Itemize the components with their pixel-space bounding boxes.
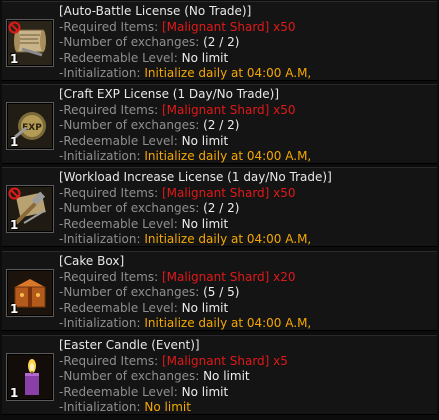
redeemable-level-label: -Redeemable Level: xyxy=(59,384,178,399)
required-items-value: [Malignant Shard] x50 xyxy=(162,102,296,117)
initialization-label: -Initialization: xyxy=(59,232,141,246)
redeemable-level-value: No limit xyxy=(181,384,229,399)
exchanges-label: -Number of exchanges: xyxy=(59,369,200,383)
initialization-value: Initialize daily at 04:00 A.M, xyxy=(144,316,312,330)
exchange-list: 1 [Auto-Battle License (No Trade)] -Requ… xyxy=(0,0,439,420)
exchange-entry-cake-box[interactable]: 1 [Cake Box] -Required Items: [Malignant… xyxy=(2,251,437,331)
item-title: [Cake Box] xyxy=(59,254,125,268)
redeemable-level-label: -Redeemable Level: xyxy=(59,216,178,231)
exchanges-value: (2 / 2) xyxy=(203,118,240,132)
exchanges-value: No limit xyxy=(203,369,250,383)
redeemable-level-label: -Redeemable Level: xyxy=(59,300,178,315)
item-title: [Easter Candle (Event)] xyxy=(59,338,200,352)
exchange-entry-craft-exp-license[interactable]: EXP 1 [Craft EXP License (1 Day/No Trade… xyxy=(2,84,437,164)
redeemable-level-label: -Redeemable Level: xyxy=(59,133,178,148)
exchange-entry-workload-license[interactable]: 1 [Workload Increase License (1 day/No T… xyxy=(2,167,437,247)
item-quantity: 1 xyxy=(10,218,19,232)
required-items-label: -Required Items: xyxy=(59,19,159,34)
exchanges-value: (2 / 2) xyxy=(203,35,240,49)
initialization-value: Initialize daily at 04:00 A.M, xyxy=(144,149,312,163)
required-items-value: [Malignant Shard] x50 xyxy=(162,19,296,34)
required-items-value: [Malignant Shard] x5 xyxy=(162,353,288,368)
item-title: [Workload Increase License (1 day/No Tra… xyxy=(59,170,332,184)
item-quantity: 1 xyxy=(10,135,19,149)
required-items-label: -Required Items: xyxy=(59,269,159,284)
redeemable-level-value: No limit xyxy=(181,50,229,65)
no-trade-icon xyxy=(8,187,21,200)
redeemable-level-value: No limit xyxy=(181,300,229,315)
item-quantity: 1 xyxy=(10,52,19,66)
exchanges-label: -Number of exchanges: xyxy=(59,201,200,215)
required-items-label: -Required Items: xyxy=(59,353,159,368)
redeemable-level-value: No limit xyxy=(181,216,229,231)
item-slot[interactable]: 1 xyxy=(6,185,54,233)
exchanges-label: -Number of exchanges: xyxy=(59,118,200,132)
initialization-value: Initialize daily at 04:00 A.M, xyxy=(144,66,312,80)
exchange-entry-auto-battle-license[interactable]: 1 [Auto-Battle License (No Trade)] -Requ… xyxy=(2,1,437,81)
initialization-label: -Initialization: xyxy=(59,66,141,80)
item-slot[interactable]: EXP 1 xyxy=(6,102,54,150)
required-items-label: -Required Items: xyxy=(59,185,159,200)
exchanges-label: -Number of exchanges: xyxy=(59,285,200,299)
redeemable-level-label: -Redeemable Level: xyxy=(59,50,178,65)
exchanges-value: (2 / 2) xyxy=(203,201,240,215)
item-title: [Craft EXP License (1 Day/No Trade)] xyxy=(59,87,280,101)
item-slot[interactable]: 1 xyxy=(6,353,54,401)
item-title: [Auto-Battle License (No Trade)] xyxy=(59,4,252,18)
item-slot[interactable]: 1 xyxy=(6,269,54,317)
item-quantity: 1 xyxy=(10,386,19,400)
initialization-value: No limit xyxy=(144,400,191,414)
exchange-entry-easter-candle[interactable]: 1 [Easter Candle (Event)] -Required Item… xyxy=(2,335,437,415)
initialization-label: -Initialization: xyxy=(59,316,141,330)
redeemable-level-value: No limit xyxy=(181,133,229,148)
required-items-label: -Required Items: xyxy=(59,102,159,117)
initialization-value: Initialize daily at 04:00 A.M, xyxy=(144,232,312,246)
item-quantity: 1 xyxy=(10,302,19,316)
initialization-label: -Initialization: xyxy=(59,149,141,163)
no-trade-icon xyxy=(8,21,21,34)
exchanges-value: (5 / 5) xyxy=(203,285,240,299)
required-items-value: [Malignant Shard] x20 xyxy=(162,269,296,284)
required-items-value: [Malignant Shard] x50 xyxy=(162,185,296,200)
item-slot[interactable]: 1 xyxy=(6,19,54,67)
exchanges-label: -Number of exchanges: xyxy=(59,35,200,49)
initialization-label: -Initialization: xyxy=(59,400,141,414)
